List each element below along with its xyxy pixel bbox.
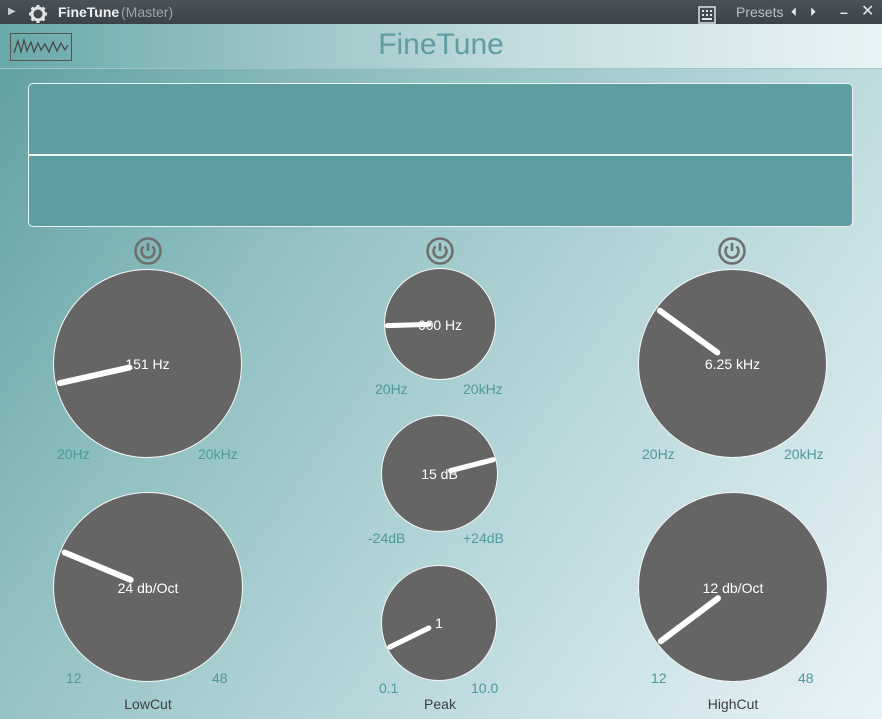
previous-preset-button[interactable]: ⏴ — [791, 0, 797, 24]
peak-freq-knob[interactable]: 600 Hz — [384, 268, 496, 380]
peak-freq-max: 20kHz — [463, 381, 503, 397]
peak-q-min: 0.1 — [379, 680, 399, 696]
highcut-slope-max: 48 — [798, 670, 814, 686]
lowcut-slope-max: 48 — [212, 670, 228, 686]
peak-q-max: 10.0 — [471, 680, 499, 696]
lowcut-power-icon[interactable] — [134, 237, 162, 265]
close-button[interactable]: ✕ — [861, 0, 874, 24]
lowcut-slope-knob[interactable]: 24 db/Oct — [53, 492, 243, 682]
lowcut-label: LowCut — [124, 696, 172, 712]
peak-q-value: 1 — [435, 615, 443, 631]
presets-menu[interactable]: Presets — [736, 0, 783, 24]
peak-freq-min: 20Hz — [375, 381, 408, 397]
highcut-slope-knob[interactable]: 12 db/Oct — [638, 492, 828, 682]
lowcut-freq-max: 20kHz — [198, 446, 238, 462]
next-preset-button[interactable]: ⏵ — [810, 0, 816, 24]
peak-freq-value: 600 Hz — [417, 317, 463, 333]
peak-power-icon[interactable] — [426, 237, 454, 265]
gear-icon[interactable] — [28, 2, 48, 26]
peak-gain-knob[interactable]: 15 dB — [381, 415, 498, 532]
plugin-panel: FineTune 151 Hz 20Hz 20kHz 24 db/Oct 12 … — [0, 24, 882, 719]
peak-q-knob[interactable]: 1 — [381, 565, 497, 681]
lowcut-freq-value: 151 Hz — [125, 356, 170, 372]
eq-curve-display[interactable] — [28, 83, 853, 227]
highcut-freq-max: 20kHz — [784, 446, 824, 462]
collapse-arrow-icon[interactable]: ▶ — [8, 0, 16, 24]
highcut-freq-knob[interactable]: 6.25 kHz — [638, 269, 827, 458]
highcut-label: HighCut — [707, 696, 759, 712]
plugin-title: FineTune — [378, 28, 504, 61]
peak-label: Peak — [424, 696, 456, 712]
peak-gain-value: 15 dB — [421, 466, 458, 482]
eq-response-line — [29, 154, 852, 156]
plugin-header: FineTune — [0, 24, 882, 69]
highcut-freq-value: 6.25 kHz — [704, 356, 761, 372]
lowcut-freq-knob[interactable]: 151 Hz — [53, 269, 242, 458]
lowcut-slope-value: 24 db/Oct — [117, 580, 179, 596]
peak-gain-max: +24dB — [463, 530, 504, 546]
window-titlebar: ▶ FineTune (Master) Presets ⏴ ⏵ – ✕ — [0, 0, 882, 24]
highcut-freq-min: 20Hz — [642, 446, 675, 462]
highcut-power-icon[interactable] — [718, 237, 746, 265]
minimize-button[interactable]: – — [840, 0, 848, 24]
lowcut-freq-min: 20Hz — [57, 446, 90, 462]
peak-gain-min: -24dB — [368, 530, 406, 546]
lowcut-slope-min: 12 — [66, 670, 82, 686]
highcut-slope-value: 12 db/Oct — [702, 580, 764, 596]
highcut-slope-min: 12 — [651, 670, 667, 686]
window-title: FineTune — [58, 4, 120, 20]
window-subtitle: (Master) — [121, 4, 174, 20]
